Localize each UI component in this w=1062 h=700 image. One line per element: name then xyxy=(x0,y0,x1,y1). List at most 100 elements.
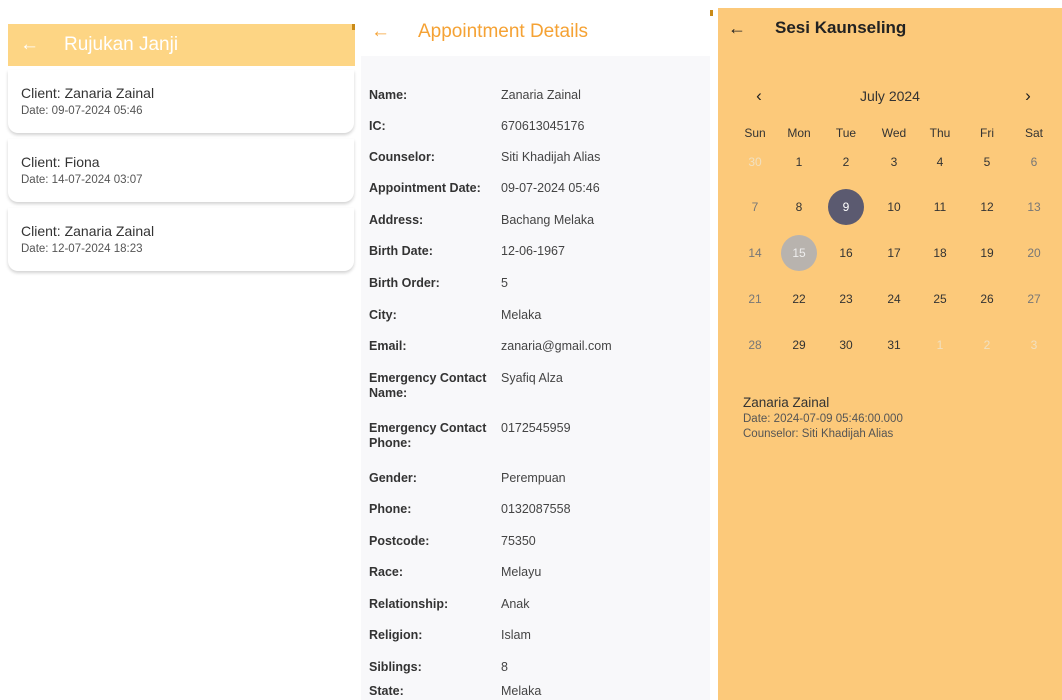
calendar-day[interactable]: 5 xyxy=(969,144,1005,180)
detail-label: Appointment Date: xyxy=(369,181,481,195)
calendar-day[interactable]: 30 xyxy=(828,327,864,363)
calendar-day[interactable]: 11 xyxy=(922,189,958,225)
detail-value: 12-06-1967 xyxy=(501,244,565,258)
detail-value: 09-07-2024 05:46 xyxy=(501,181,600,195)
detail-label: Religion: xyxy=(369,628,423,642)
detail-label: Race: xyxy=(369,565,404,579)
detail-value: Bachang Melaka xyxy=(501,213,595,227)
calendar-day[interactable]: 18 xyxy=(922,235,958,271)
details-title: Appointment Details xyxy=(418,21,589,42)
calendar-day[interactable]: 6 xyxy=(1016,144,1052,180)
debug-banner-corner xyxy=(710,10,713,16)
referral-card[interactable]: Client: Zanaria Zainal Date: 09-07-2024 … xyxy=(8,70,354,133)
calendar-day[interactable]: 1 xyxy=(922,327,958,363)
calendar-day[interactable]: 21 xyxy=(737,281,773,317)
next-month-icon[interactable]: › xyxy=(1013,86,1043,106)
detail-label: Emergency Contact Phone: xyxy=(369,421,487,450)
referral-client: Client: Zanaria Zainal xyxy=(21,223,155,239)
session-event[interactable]: Zanaria Zainal Date: 2024-07-09 05:46:00… xyxy=(743,395,903,440)
detail-label: IC: xyxy=(369,119,386,133)
referrals-screen: ← Rujukan Janji Client: Zanaria Zainal D… xyxy=(8,24,355,700)
calendar-day[interactable]: 8 xyxy=(781,189,817,225)
calendar-day[interactable]: 19 xyxy=(969,235,1005,271)
weekday-header: Wed xyxy=(881,126,907,140)
calendar-day[interactable]: 29 xyxy=(781,327,817,363)
calendar-day[interactable]: 3 xyxy=(876,144,912,180)
detail-label: Counselor: xyxy=(369,150,435,164)
calendar-day[interactable]: 12 xyxy=(969,189,1005,225)
weekday-header: Sun xyxy=(744,126,766,140)
calendar-day-selected[interactable]: 9 xyxy=(828,189,864,225)
event-date: Date: 2024-07-09 05:46:00.000 xyxy=(743,413,903,425)
calendar-day[interactable]: 27 xyxy=(1016,281,1052,317)
weekday-header: Mon xyxy=(787,126,811,140)
calendar-day[interactable]: 13 xyxy=(1016,189,1052,225)
calendar-day[interactable]: 1 xyxy=(781,144,817,180)
appointment-details-screen: ← Appointment Details Name: Zanaria Zaina… xyxy=(361,8,713,700)
detail-label: Phone: xyxy=(369,502,412,516)
calendar-day[interactable]: 17 xyxy=(876,235,912,271)
detail-label: Birth Order: xyxy=(369,276,440,290)
details-app-bar: ← Appointment Details xyxy=(361,8,713,56)
calendar-day[interactable]: 31 xyxy=(876,327,912,363)
referral-card[interactable]: Client: Fiona Date: 14-07-2024 03:07 xyxy=(8,139,354,202)
calendar-day[interactable]: 4 xyxy=(922,144,958,180)
referral-list: Client: Zanaria Zainal Date: 09-07-2024 … xyxy=(8,66,355,271)
referral-date: Date: 12-07-2024 18:23 xyxy=(21,243,143,255)
detail-value: 0132087558 xyxy=(501,502,571,516)
calendar-day[interactable]: 23 xyxy=(828,281,864,317)
calendar-day[interactable]: 20 xyxy=(1016,235,1052,271)
detail-value: Siti Khadijah Alias xyxy=(501,150,601,164)
detail-label: Birth Date: xyxy=(369,244,433,258)
detail-label: State: xyxy=(369,684,404,698)
detail-value: Zanaria Zainal xyxy=(501,88,581,102)
calendar-day[interactable]: 10 xyxy=(876,189,912,225)
back-arrow-icon[interactable]: ← xyxy=(20,34,64,56)
detail-value: Anak xyxy=(501,597,530,611)
sessions-title: Sesi Kaunseling xyxy=(775,18,907,37)
calendar-day[interactable]: 25 xyxy=(922,281,958,317)
detail-value: 8 xyxy=(501,660,508,674)
details-list: Name: Zanaria Zainal IC: 670613045176 Coun… xyxy=(361,56,710,700)
calendar-day[interactable]: 2 xyxy=(828,144,864,180)
counseling-sessions-screen: ← Sesi Kaunseling ‹ July 2024 › Sun Mon … xyxy=(718,8,1062,700)
detail-value: 75350 xyxy=(501,534,536,548)
calendar-day[interactable]: 22 xyxy=(781,281,817,317)
detail-value: Melaka xyxy=(501,684,542,698)
back-arrow-icon[interactable]: ← xyxy=(728,18,775,39)
calendar-day[interactable]: 7 xyxy=(737,189,773,225)
debug-banner-corner xyxy=(352,24,355,30)
calendar-day-today[interactable]: 15 xyxy=(781,235,817,271)
referral-card[interactable]: Client: Zanaria Zainal Date: 12-07-2024 … xyxy=(8,208,354,271)
back-arrow-icon[interactable]: ← xyxy=(371,21,418,43)
detail-label: Email: xyxy=(369,339,407,353)
calendar-month-title: July 2024 xyxy=(860,88,920,104)
detail-label: Name: xyxy=(369,88,408,102)
calendar-day[interactable]: 14 xyxy=(737,235,773,271)
calendar-day[interactable]: 26 xyxy=(969,281,1005,317)
detail-label: Siblings: xyxy=(369,660,422,674)
calendar-day[interactable]: 3 xyxy=(1016,327,1052,363)
referral-client: Client: Fiona xyxy=(21,154,100,170)
detail-value: Melayu xyxy=(501,565,542,579)
calendar-day[interactable]: 24 xyxy=(876,281,912,317)
sessions-app-bar: ← Sesi Kaunseling xyxy=(718,8,1062,48)
referral-date: Date: 09-07-2024 05:46 xyxy=(21,105,143,117)
event-client-name: Zanaria Zainal xyxy=(743,395,830,410)
calendar-day[interactable]: 16 xyxy=(828,235,864,271)
detail-value: Melaka xyxy=(501,308,542,322)
detail-label: Gender: xyxy=(369,471,417,485)
referral-client: Client: Zanaria Zainal xyxy=(21,85,155,101)
referrals-app-bar: ← Rujukan Janji xyxy=(8,24,355,66)
calendar-day[interactable]: 2 xyxy=(969,327,1005,363)
weekday-header: Sat xyxy=(1024,126,1043,140)
calendar-day[interactable]: 30 xyxy=(737,144,773,180)
referrals-title: Rujukan Janji xyxy=(64,34,179,55)
weekday-header: Fri xyxy=(980,126,994,140)
weekday-header: Tue xyxy=(835,126,857,140)
weekday-header: Thu xyxy=(929,126,951,140)
event-counselor: Counselor: Siti Khadijah Alias xyxy=(743,428,894,440)
detail-label: Relationship: xyxy=(369,597,449,611)
detail-label: City: xyxy=(369,308,397,322)
calendar-day[interactable]: 28 xyxy=(737,327,773,363)
